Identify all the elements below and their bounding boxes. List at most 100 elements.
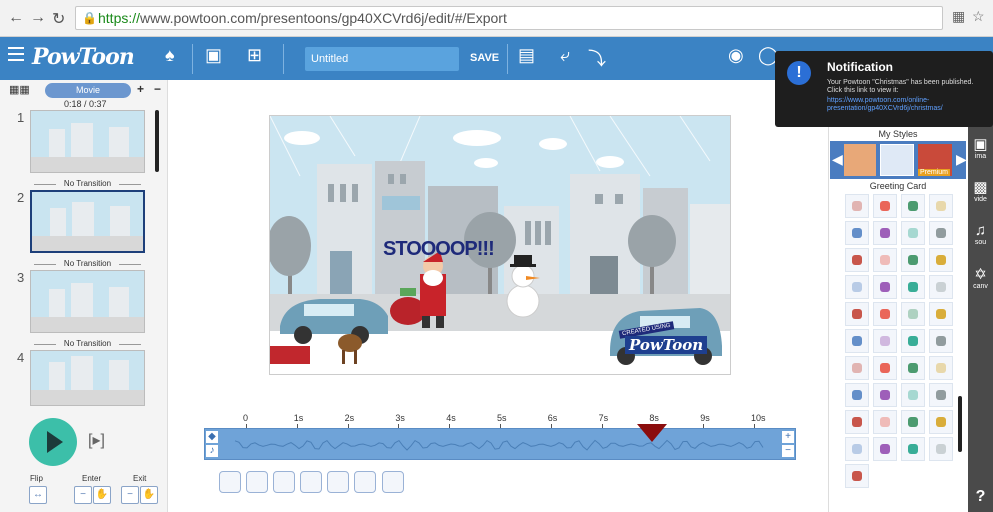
slide-thumbnail[interactable]: [30, 270, 145, 333]
timeline-object-candle[interactable]: [382, 471, 404, 493]
sound-tool[interactable]: ♫ sou: [968, 222, 993, 246]
transition-label[interactable]: No Transition: [30, 259, 145, 268]
library-item[interactable]: [873, 194, 897, 218]
slide-canvas[interactable]: STOOOOP!!! CREATED USING PowToon: [269, 115, 731, 375]
library-item[interactable]: [929, 356, 953, 380]
carousel-right-icon[interactable]: ▶: [956, 151, 967, 168]
timeline-object-santa[interactable]: [219, 471, 241, 493]
library-item[interactable]: [929, 329, 953, 353]
library-item[interactable]: [845, 464, 869, 488]
library-item[interactable]: [929, 221, 953, 245]
library-item[interactable]: [929, 194, 953, 218]
transition-label[interactable]: No Transition: [30, 339, 145, 348]
notification-popup[interactable]: ! Notification Your Powtoon "Christmas" …: [775, 51, 993, 127]
forward-icon[interactable]: →: [30, 9, 46, 27]
images-tool[interactable]: ▣ ima: [968, 135, 993, 160]
undo-icon[interactable]: ⤶: [560, 45, 570, 66]
style-hand-thumb[interactable]: [844, 144, 876, 176]
timeline-object-reindeer[interactable]: [246, 471, 268, 493]
new-slide-icon[interactable]: ▣: [205, 45, 222, 66]
library-item[interactable]: [845, 302, 869, 326]
timeline-object-snowman[interactable]: [354, 471, 376, 493]
library-item[interactable]: [901, 194, 925, 218]
remove-slide-button[interactable]: −: [154, 82, 161, 96]
bookmark-star-icon[interactable]: ☆: [972, 8, 985, 25]
slides-scrollbar[interactable]: [155, 110, 159, 172]
library-item[interactable]: [845, 194, 869, 218]
style-snowman-thumb[interactable]: [880, 144, 914, 176]
play-slide-icon[interactable]: [▸]: [88, 430, 105, 450]
hamburger-menu-icon[interactable]: [8, 47, 24, 61]
notification-link[interactable]: https://www.powtoon.com/online-presentat…: [827, 97, 985, 113]
timeline-shrink-button[interactable]: −: [782, 445, 794, 457]
library-item[interactable]: [845, 437, 869, 461]
library-item[interactable]: [929, 383, 953, 407]
library-item[interactable]: [901, 329, 925, 353]
video-tool[interactable]: ▩ vide: [968, 178, 993, 203]
save-button[interactable]: SAVE: [470, 52, 499, 64]
music-note-icon[interactable]: ♪: [206, 445, 218, 457]
slide-thumbnail[interactable]: [30, 350, 145, 406]
preview-eye-icon[interactable]: ◉: [728, 45, 744, 66]
back-icon[interactable]: ←: [8, 9, 24, 27]
timeline-object-text[interactable]: [327, 471, 349, 493]
library-item[interactable]: [845, 410, 869, 434]
exit-hand-button[interactable]: ✋: [140, 486, 158, 504]
library-item[interactable]: [901, 383, 925, 407]
enter-hand-button[interactable]: ✋: [93, 486, 111, 504]
library-item[interactable]: [901, 302, 925, 326]
speech-text[interactable]: STOOOOP!!!: [383, 238, 495, 261]
library-item[interactable]: [845, 221, 869, 245]
library-item[interactable]: [873, 410, 897, 434]
library-item[interactable]: [929, 248, 953, 272]
library-item[interactable]: [901, 437, 925, 461]
library-scrollbar[interactable]: [958, 396, 962, 452]
library-item[interactable]: [873, 356, 897, 380]
play-button[interactable]: [29, 418, 77, 466]
style-premium-thumb[interactable]: Premium: [918, 144, 952, 176]
carousel-left-icon[interactable]: ◀: [832, 151, 843, 168]
library-item[interactable]: [929, 302, 953, 326]
slide-thumbnail-selected[interactable]: [30, 190, 145, 253]
library-item[interactable]: [873, 302, 897, 326]
library-item[interactable]: [873, 275, 897, 299]
timeline-playhead[interactable]: [637, 424, 668, 442]
add-slide-icon[interactable]: ⊞: [247, 45, 262, 66]
library-item[interactable]: [929, 275, 953, 299]
library-item[interactable]: [873, 221, 897, 245]
slide-thumbnail[interactable]: [30, 110, 145, 173]
library-item[interactable]: [901, 248, 925, 272]
timeline-object-sleigh[interactable]: [273, 471, 295, 493]
library-item[interactable]: [901, 275, 925, 299]
enter-none-button[interactable]: −: [74, 486, 92, 504]
flip-button[interactable]: ↔: [29, 486, 47, 504]
transition-label[interactable]: No Transition: [30, 179, 145, 188]
library-item[interactable]: [845, 356, 869, 380]
presentation-title-input[interactable]: Untitled: [305, 47, 459, 71]
add-slide-button[interactable]: +: [137, 82, 144, 96]
lightbulb-icon[interactable]: ♠: [165, 45, 175, 66]
library-item[interactable]: [873, 383, 897, 407]
library-item[interactable]: [873, 248, 897, 272]
styles-carousel[interactable]: ◀ Premium ▶: [830, 141, 967, 179]
library-item[interactable]: [845, 275, 869, 299]
library-item[interactable]: [845, 383, 869, 407]
reload-icon[interactable]: ↻: [52, 9, 65, 29]
timeline-object-giftbag[interactable]: [300, 471, 322, 493]
translate-icon[interactable]: ▦: [952, 8, 965, 25]
library-item[interactable]: [873, 437, 897, 461]
canvas-tool[interactable]: ✡ canv: [968, 265, 993, 290]
library-item[interactable]: [845, 248, 869, 272]
library-item[interactable]: [901, 410, 925, 434]
timeline-track[interactable]: [204, 428, 796, 460]
timeline-expand-button[interactable]: +: [782, 431, 794, 443]
help-icon[interactable]: ?: [968, 488, 993, 506]
address-bar[interactable]: 🔒 https://www.powtoon.com/presentoons/gp4…: [75, 6, 943, 30]
redo-icon[interactable]: ⤵: [588, 45, 606, 71]
exit-none-button[interactable]: −: [121, 486, 139, 504]
library-item[interactable]: [873, 329, 897, 353]
timeline-move-icon[interactable]: ◆: [206, 431, 218, 443]
movie-mode-toggle[interactable]: Movie: [45, 83, 131, 98]
library-item[interactable]: [845, 329, 869, 353]
library-item[interactable]: [929, 410, 953, 434]
